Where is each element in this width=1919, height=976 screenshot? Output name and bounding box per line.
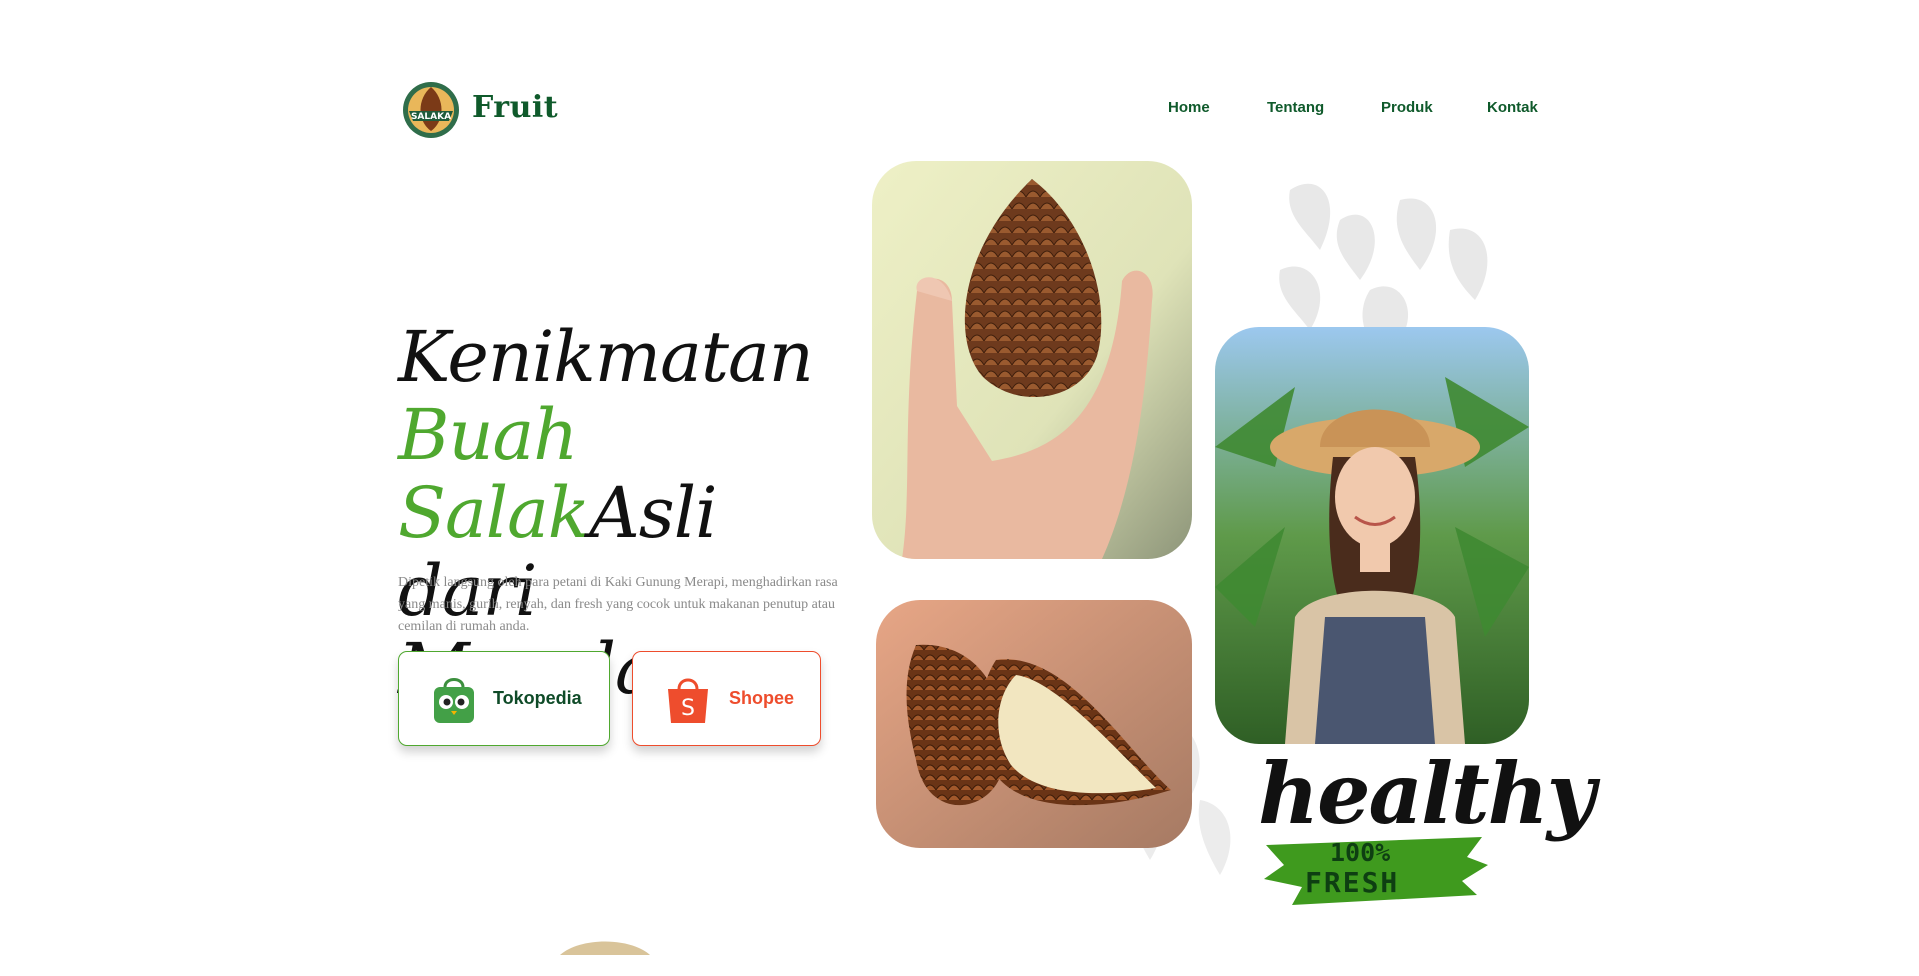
shopee-button[interactable]: S Shopee <box>632 651 821 746</box>
leaf-decoration-icon <box>1279 183 1488 340</box>
brand-name[interactable]: Fruit <box>472 90 558 125</box>
nav-home[interactable]: Home <box>1168 99 1210 116</box>
hero-description: Dipetik langsung oleh para petani di Kak… <box>398 575 838 634</box>
fresh-percent: 100% <box>1330 838 1391 867</box>
tokopedia-button[interactable]: Tokopedia <box>398 651 610 746</box>
salak-opened-image <box>876 600 1192 848</box>
shopee-label: Shopee <box>729 688 795 708</box>
tokopedia-icon <box>434 677 474 723</box>
healthy-badge-text: healthy <box>1258 744 1596 843</box>
hero-title-line-1: Kenikmatan <box>398 316 814 398</box>
tokopedia-label: Tokopedia <box>493 688 582 708</box>
hero-title-line-2-rest: Asli <box>589 472 717 554</box>
salak-in-hand-image <box>872 161 1192 559</box>
svg-text:SALAKA: SALAKA <box>411 112 451 122</box>
nav-tentang[interactable]: Tentang <box>1267 99 1324 116</box>
fresh-label: FRESH <box>1305 866 1400 899</box>
hero-title: Kenikmatan Buah SalakAsli dari Magelang <box>398 318 868 708</box>
shopee-icon: S <box>668 678 708 723</box>
hero-title-highlight: Buah Salak <box>398 394 590 554</box>
nav-produk[interactable]: Produk <box>1381 99 1433 116</box>
svg-text:S: S <box>681 696 695 721</box>
brand-logo[interactable]: SALAKA <box>401 77 461 143</box>
hero-title-line-2: Buah SalakAsli <box>398 396 868 552</box>
nav-kontak[interactable]: Kontak <box>1487 99 1538 116</box>
next-section-image-peek <box>560 941 650 955</box>
farmer-image <box>1215 327 1529 744</box>
